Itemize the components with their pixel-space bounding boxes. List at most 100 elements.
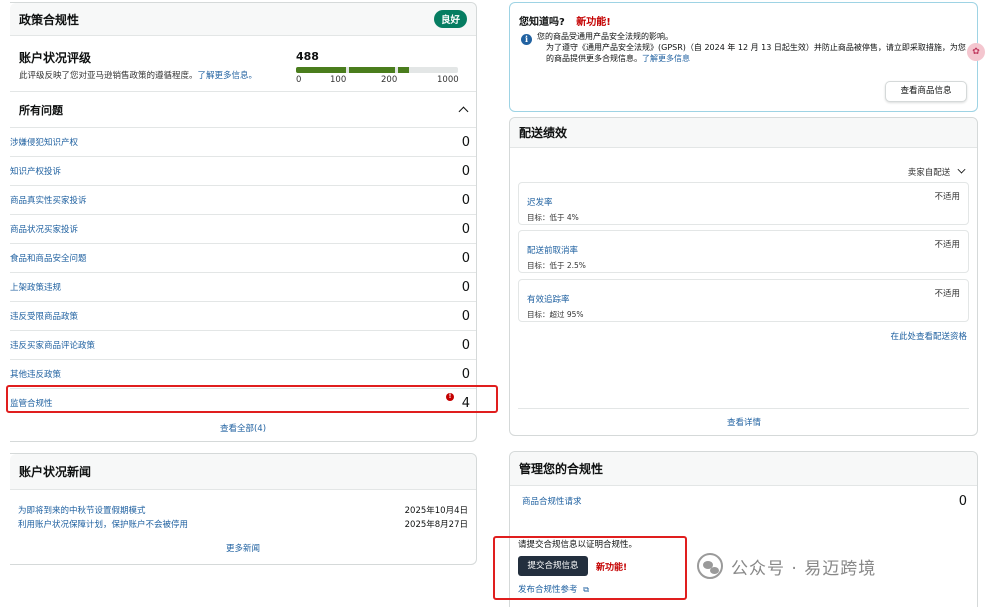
view-all-link[interactable]: 查看全部(4) [10, 422, 476, 434]
all-issues-title: 所有问题 [19, 103, 63, 117]
compliance-reference[interactable]: 发布合规性参考 ⧉ [518, 583, 589, 595]
shipping-card-title: 配送绩效 [519, 126, 568, 140]
metric-pre-fulfillment-cancel: 配送前取消率 目标：低于 2.5% 不适用 [518, 230, 969, 273]
metric-goal: 目标：低于 2.5% [527, 261, 586, 270]
issue-link[interactable]: 违反受限商品政策 [10, 310, 78, 322]
issue-row-regulatory-compliance[interactable]: 监管合规性 ! 4 [10, 388, 476, 417]
issue-row[interactable]: 涉嫌侵犯知识产权 0 [10, 127, 476, 156]
policy-card-header: 政策合规性 良好 [10, 3, 476, 36]
compliance-reference-link[interactable]: 发布合规性参考 [518, 585, 578, 595]
issue-link[interactable]: 商品真实性买家投诉 [10, 194, 87, 206]
more-news-link[interactable]: 更多新闻 [10, 542, 476, 554]
account-health-rating: 账户状况评级 此评级反映了您对亚马逊销售政策的遵循程度。了解更多信息。 488 … [10, 37, 476, 89]
watermark-text: 公众号 · 易迈跨境 [731, 558, 877, 579]
gpsr-notice: 您的商品受通用产品安全法规的影响。 为了遵守《通用产品安全法规》(GPSR)（自… [537, 32, 966, 63]
issue-link[interactable]: 其他违反政策 [10, 368, 61, 380]
issue-row[interactable]: 知识产权投诉 0 [10, 156, 476, 185]
compliance-prompt: 请提交合规信息以证明合规性。 [518, 540, 638, 550]
account-health-news-card: 账户状况新闻 为即将到来的中秋节设置假期模式 2025年10月4日 利用账户状况… [10, 453, 477, 565]
policy-card-title: 政策合规性 [19, 12, 80, 27]
compliance-request-count: 0 [958, 494, 967, 509]
issue-row[interactable]: 上架政策违规 0 [10, 272, 476, 301]
metric-link[interactable]: 迟发率 [527, 198, 553, 208]
submit-compliance-button[interactable]: 提交合规信息 [518, 556, 588, 576]
issue-count: 0 [461, 221, 470, 237]
news-card-header: 账户状况新闻 [10, 454, 476, 490]
issue-count: 0 [461, 337, 470, 353]
issue-row[interactable]: 其他违反政策 0 [10, 359, 476, 388]
wechat-icon [697, 553, 723, 579]
shipping-eligibility-link[interactable]: 在此处查看配送资格 [890, 330, 967, 342]
manage-card-title: 管理您的合规性 [519, 462, 604, 476]
metric-goal: 目标：低于 4% [527, 213, 579, 222]
score-bar-fill-1 [296, 67, 346, 73]
metric-status: 不适用 [934, 289, 960, 299]
issue-row[interactable]: 商品真实性买家投诉 0 [10, 185, 476, 214]
all-issues-header[interactable]: 所有问题 [10, 91, 476, 127]
score-bar-fill-2 [349, 67, 395, 73]
issue-count: 0 [461, 308, 470, 324]
issue-row[interactable]: 商品状况买家投诉 0 [10, 214, 476, 243]
issue-link[interactable]: 知识产权投诉 [10, 165, 61, 177]
issue-count: 0 [461, 192, 470, 208]
did-you-know-card: 您知道吗? 新功能! i 您的商品受通用产品安全法规的影响。 为了遵守《通用产品… [509, 2, 985, 112]
tick-label: 0 [296, 75, 302, 85]
issue-count: 4 [461, 395, 470, 411]
metric-status: 不适用 [934, 192, 960, 202]
manage-compliance-card: 管理您的合规性 商品合规性请求 0 请提交合规信息以证明合规性。 提交合规信息 … [509, 451, 978, 607]
issue-link[interactable]: 上架政策违规 [10, 281, 61, 293]
metric-valid-tracking: 有效追踪率 目标：超过 95% 不适用 [518, 279, 969, 322]
manage-card-header: 管理您的合规性 [510, 452, 977, 486]
metric-goal: 目标：超过 95% [527, 310, 584, 319]
view-listings-button[interactable]: 查看商品信息 [885, 81, 967, 102]
divider [518, 408, 969, 409]
learn-more-link[interactable]: 了解更多信息。 [198, 71, 258, 81]
health-score: 488 [296, 50, 319, 63]
metric-status: 不适用 [934, 240, 960, 250]
info-icon: i [521, 34, 532, 45]
shipping-performance-card: 配送绩效 卖家自配送 迟发率 目标：低于 4% 不适用 配送前取消率 目标：低于… [509, 117, 978, 436]
metric-late-shipment: 迟发率 目标：低于 4% 不适用 [518, 182, 969, 225]
issue-link[interactable]: 食品和商品安全问题 [10, 252, 87, 264]
issue-link[interactable]: 监管合规性 [10, 397, 53, 409]
score-bar-fill-3 [398, 67, 409, 73]
new-feature-label: 新功能! [596, 563, 628, 573]
issue-row[interactable]: 违反受限商品政策 0 [10, 301, 476, 330]
tick-label: 200 [381, 75, 398, 85]
health-score-bar [296, 67, 458, 73]
issue-count: 0 [461, 279, 470, 295]
issue-link[interactable]: 涉嫌侵犯知识产权 [10, 136, 78, 148]
chevron-down-icon [957, 165, 966, 174]
assistant-bubble-icon[interactable]: ✿ [967, 43, 985, 61]
fulfillment-dropdown[interactable]: 卖家自配送 [908, 165, 966, 178]
issue-row[interactable]: 食品和商品安全问题 0 [10, 243, 476, 272]
gpsr-learn-more-link[interactable]: 了解更多信息 [642, 54, 690, 63]
issue-count: 0 [461, 250, 470, 266]
watermark: 公众号 · 易迈跨境 [697, 553, 876, 579]
news-date: 2025年10月4日 [404, 506, 468, 516]
issue-count: 0 [461, 134, 470, 150]
alert-icon: ! [446, 393, 454, 401]
news-item[interactable]: 为即将到来的中秋节设置假期模式 2025年10月4日 [18, 504, 468, 516]
view-details-link[interactable]: 查看详情 [510, 416, 978, 428]
issue-link[interactable]: 商品状况买家投诉 [10, 223, 78, 235]
status-badge: 良好 [433, 10, 467, 28]
tick-label: 100 [330, 75, 347, 85]
news-link[interactable]: 利用账户状况保障计划，保护账户不会被停用 [18, 518, 188, 530]
issue-link[interactable]: 违反买家商品评论政策 [10, 339, 95, 351]
news-item[interactable]: 利用账户状况保障计划，保护账户不会被停用 2025年8月27日 [18, 518, 468, 530]
external-link-icon: ⧉ [583, 585, 589, 594]
tick-label: 1000 [437, 75, 459, 85]
metric-link[interactable]: 有效追踪率 [527, 295, 570, 305]
chevron-up-icon[interactable] [458, 106, 469, 117]
policy-compliance-card: 政策合规性 良好 账户状况评级 此评级反映了您对亚马逊销售政策的遵循程度。了解更… [10, 2, 477, 442]
issue-count: 0 [461, 163, 470, 179]
news-date: 2025年8月27日 [404, 520, 468, 530]
issue-row[interactable]: 违反买家商品评论政策 0 [10, 330, 476, 359]
compliance-request-link[interactable]: 商品合规性请求 [522, 495, 582, 507]
news-link[interactable]: 为即将到来的中秋节设置假期模式 [18, 504, 146, 516]
shipping-card-header: 配送绩效 [510, 118, 977, 148]
metric-link[interactable]: 配送前取消率 [527, 246, 578, 256]
new-feature-label: 新功能! [576, 17, 611, 28]
issue-count: 0 [461, 366, 470, 382]
